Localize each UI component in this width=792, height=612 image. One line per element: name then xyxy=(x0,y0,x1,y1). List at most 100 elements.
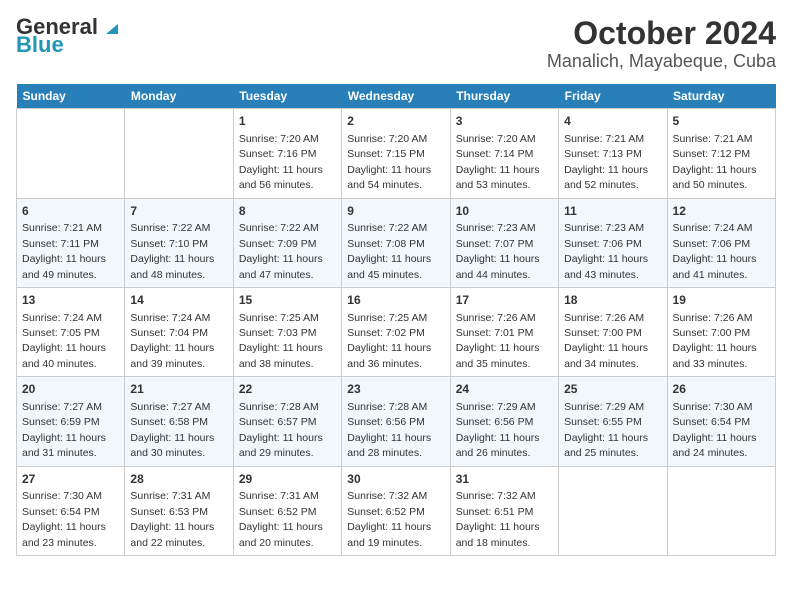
calendar-cell: 4 Sunrise: 7:21 AMSunset: 7:13 PMDaylight… xyxy=(559,109,667,198)
cell-content: Sunrise: 7:31 AMSunset: 6:53 PMDaylight:… xyxy=(130,490,214,548)
day-number: 21 xyxy=(130,381,227,398)
cell-content: Sunrise: 7:28 AMSunset: 6:57 PMDaylight:… xyxy=(239,401,323,459)
header-thursday: Thursday xyxy=(450,84,558,109)
day-number: 6 xyxy=(22,203,119,220)
cell-content: Sunrise: 7:26 AMSunset: 7:01 PMDaylight:… xyxy=(456,312,540,370)
calendar-week-row: 27 Sunrise: 7:30 AMSunset: 6:54 PMDayligh… xyxy=(17,466,776,555)
cell-content: Sunrise: 7:24 AMSunset: 7:04 PMDaylight:… xyxy=(130,312,214,370)
day-number: 29 xyxy=(239,471,336,488)
page-container: General Blue October 2024 Manalich, Maya… xyxy=(0,0,792,566)
cell-content: Sunrise: 7:21 AMSunset: 7:12 PMDaylight:… xyxy=(673,133,757,191)
days-header-row: Sunday Monday Tuesday Wednesday Thursday… xyxy=(17,84,776,109)
cell-content: Sunrise: 7:25 AMSunset: 7:02 PMDaylight:… xyxy=(347,312,431,370)
day-number: 14 xyxy=(130,292,227,309)
calendar-cell: 17 Sunrise: 7:26 AMSunset: 7:01 PMDayligh… xyxy=(450,287,558,376)
cell-content: Sunrise: 7:21 AMSunset: 7:11 PMDaylight:… xyxy=(22,222,106,280)
day-number: 4 xyxy=(564,113,661,130)
calendar-cell: 13 Sunrise: 7:24 AMSunset: 7:05 PMDayligh… xyxy=(17,287,125,376)
cell-content: Sunrise: 7:20 AMSunset: 7:15 PMDaylight:… xyxy=(347,133,431,191)
day-number: 7 xyxy=(130,203,227,220)
cell-content: Sunrise: 7:21 AMSunset: 7:13 PMDaylight:… xyxy=(564,133,648,191)
title-block: October 2024 Manalich, Mayabeque, Cuba xyxy=(547,16,776,72)
day-number: 25 xyxy=(564,381,661,398)
calendar-cell: 14 Sunrise: 7:24 AMSunset: 7:04 PMDayligh… xyxy=(125,287,233,376)
cell-content: Sunrise: 7:32 AMSunset: 6:51 PMDaylight:… xyxy=(456,490,540,548)
calendar-cell: 18Sunrise: 7:26 AMSunset: 7:00 PMDayligh… xyxy=(559,287,667,376)
calendar-title: October 2024 xyxy=(547,16,776,51)
day-number: 2 xyxy=(347,113,444,130)
calendar-week-row: 6 Sunrise: 7:21 AMSunset: 7:11 PMDaylight… xyxy=(17,198,776,287)
cell-content: Sunrise: 7:22 AMSunset: 7:10 PMDaylight:… xyxy=(130,222,214,280)
calendar-cell: 12Sunrise: 7:24 AMSunset: 7:06 PMDayligh… xyxy=(667,198,775,287)
header-wednesday: Wednesday xyxy=(342,84,450,109)
cell-content: Sunrise: 7:20 AMSunset: 7:16 PMDaylight:… xyxy=(239,133,323,191)
calendar-week-row: 20 Sunrise: 7:27 AMSunset: 6:59 PMDayligh… xyxy=(17,377,776,466)
header-tuesday: Tuesday xyxy=(233,84,341,109)
calendar-cell: 21Sunrise: 7:27 AMSunset: 6:58 PMDayligh… xyxy=(125,377,233,466)
day-number: 13 xyxy=(22,292,119,309)
day-number: 9 xyxy=(347,203,444,220)
day-number: 26 xyxy=(673,381,770,398)
day-number: 28 xyxy=(130,471,227,488)
day-number: 3 xyxy=(456,113,553,130)
calendar-cell: 20 Sunrise: 7:27 AMSunset: 6:59 PMDayligh… xyxy=(17,377,125,466)
calendar-cell: 28 Sunrise: 7:31 AMSunset: 6:53 PMDayligh… xyxy=(125,466,233,555)
calendar-cell: 2 Sunrise: 7:20 AMSunset: 7:15 PMDaylight… xyxy=(342,109,450,198)
day-number: 27 xyxy=(22,471,119,488)
day-number: 19 xyxy=(673,292,770,309)
calendar-cell: 7 Sunrise: 7:22 AMSunset: 7:10 PMDaylight… xyxy=(125,198,233,287)
cell-content: Sunrise: 7:24 AMSunset: 7:06 PMDaylight:… xyxy=(673,222,757,280)
cell-content: Sunrise: 7:28 AMSunset: 6:56 PMDaylight:… xyxy=(347,401,431,459)
header-saturday: Saturday xyxy=(667,84,775,109)
calendar-cell: 3 Sunrise: 7:20 AMSunset: 7:14 PMDaylight… xyxy=(450,109,558,198)
cell-content: Sunrise: 7:29 AMSunset: 6:56 PMDaylight:… xyxy=(456,401,540,459)
cell-content: Sunrise: 7:23 AMSunset: 7:07 PMDaylight:… xyxy=(456,222,540,280)
day-number: 17 xyxy=(456,292,553,309)
day-number: 16 xyxy=(347,292,444,309)
calendar-cell: 22 Sunrise: 7:28 AMSunset: 6:57 PMDayligh… xyxy=(233,377,341,466)
day-number: 24 xyxy=(456,381,553,398)
cell-content: Sunrise: 7:30 AMSunset: 6:54 PMDaylight:… xyxy=(673,401,757,459)
calendar-cell: 5 Sunrise: 7:21 AMSunset: 7:12 PMDaylight… xyxy=(667,109,775,198)
calendar-cell: 8Sunrise: 7:22 AMSunset: 7:09 PMDaylight… xyxy=(233,198,341,287)
cell-content: Sunrise: 7:20 AMSunset: 7:14 PMDaylight:… xyxy=(456,133,540,191)
cell-content: Sunrise: 7:22 AMSunset: 7:09 PMDaylight:… xyxy=(239,222,323,280)
day-number: 22 xyxy=(239,381,336,398)
header-monday: Monday xyxy=(125,84,233,109)
header-friday: Friday xyxy=(559,84,667,109)
calendar-cell: 23 Sunrise: 7:28 AMSunset: 6:56 PMDayligh… xyxy=(342,377,450,466)
day-number: 1 xyxy=(239,113,336,130)
day-number: 23 xyxy=(347,381,444,398)
cell-content: Sunrise: 7:32 AMSunset: 6:52 PMDaylight:… xyxy=(347,490,431,548)
cell-content: Sunrise: 7:22 AMSunset: 7:08 PMDaylight:… xyxy=(347,222,431,280)
cell-content: Sunrise: 7:30 AMSunset: 6:54 PMDaylight:… xyxy=(22,490,106,548)
cell-content: Sunrise: 7:27 AMSunset: 6:59 PMDaylight:… xyxy=(22,401,106,459)
calendar-cell: 25Sunrise: 7:29 AMSunset: 6:55 PMDayligh… xyxy=(559,377,667,466)
calendar-cell: 15Sunrise: 7:25 AMSunset: 7:03 PMDayligh… xyxy=(233,287,341,376)
calendar-cell: 16 Sunrise: 7:25 AMSunset: 7:02 PMDayligh… xyxy=(342,287,450,376)
day-number: 20 xyxy=(22,381,119,398)
calendar-cell: 31 Sunrise: 7:32 AMSunset: 6:51 PMDayligh… xyxy=(450,466,558,555)
calendar-cell: 11Sunrise: 7:23 AMSunset: 7:06 PMDayligh… xyxy=(559,198,667,287)
calendar-week-row: 13 Sunrise: 7:24 AMSunset: 7:05 PMDayligh… xyxy=(17,287,776,376)
calendar-cell: 29 Sunrise: 7:31 AMSunset: 6:52 PMDayligh… xyxy=(233,466,341,555)
day-number: 31 xyxy=(456,471,553,488)
cell-content: Sunrise: 7:24 AMSunset: 7:05 PMDaylight:… xyxy=(22,312,106,370)
calendar-cell: 9 Sunrise: 7:22 AMSunset: 7:08 PMDaylight… xyxy=(342,198,450,287)
cell-content: Sunrise: 7:26 AMSunset: 7:00 PMDaylight:… xyxy=(673,312,757,370)
calendar-week-row: 1 Sunrise: 7:20 AMSunset: 7:16 PMDaylight… xyxy=(17,109,776,198)
calendar-cell: 1 Sunrise: 7:20 AMSunset: 7:16 PMDaylight… xyxy=(233,109,341,198)
day-number: 10 xyxy=(456,203,553,220)
logo-arrow-icon xyxy=(100,16,122,38)
day-number: 30 xyxy=(347,471,444,488)
cell-content: Sunrise: 7:26 AMSunset: 7:00 PMDaylight:… xyxy=(564,312,648,370)
day-number: 5 xyxy=(673,113,770,130)
logo: General Blue xyxy=(16,16,122,56)
day-number: 15 xyxy=(239,292,336,309)
calendar-cell xyxy=(125,109,233,198)
calendar-cell: 27 Sunrise: 7:30 AMSunset: 6:54 PMDayligh… xyxy=(17,466,125,555)
calendar-cell: 24 Sunrise: 7:29 AMSunset: 6:56 PMDayligh… xyxy=(450,377,558,466)
header-sunday: Sunday xyxy=(17,84,125,109)
header: General Blue October 2024 Manalich, Maya… xyxy=(16,16,776,72)
cell-content: Sunrise: 7:31 AMSunset: 6:52 PMDaylight:… xyxy=(239,490,323,548)
